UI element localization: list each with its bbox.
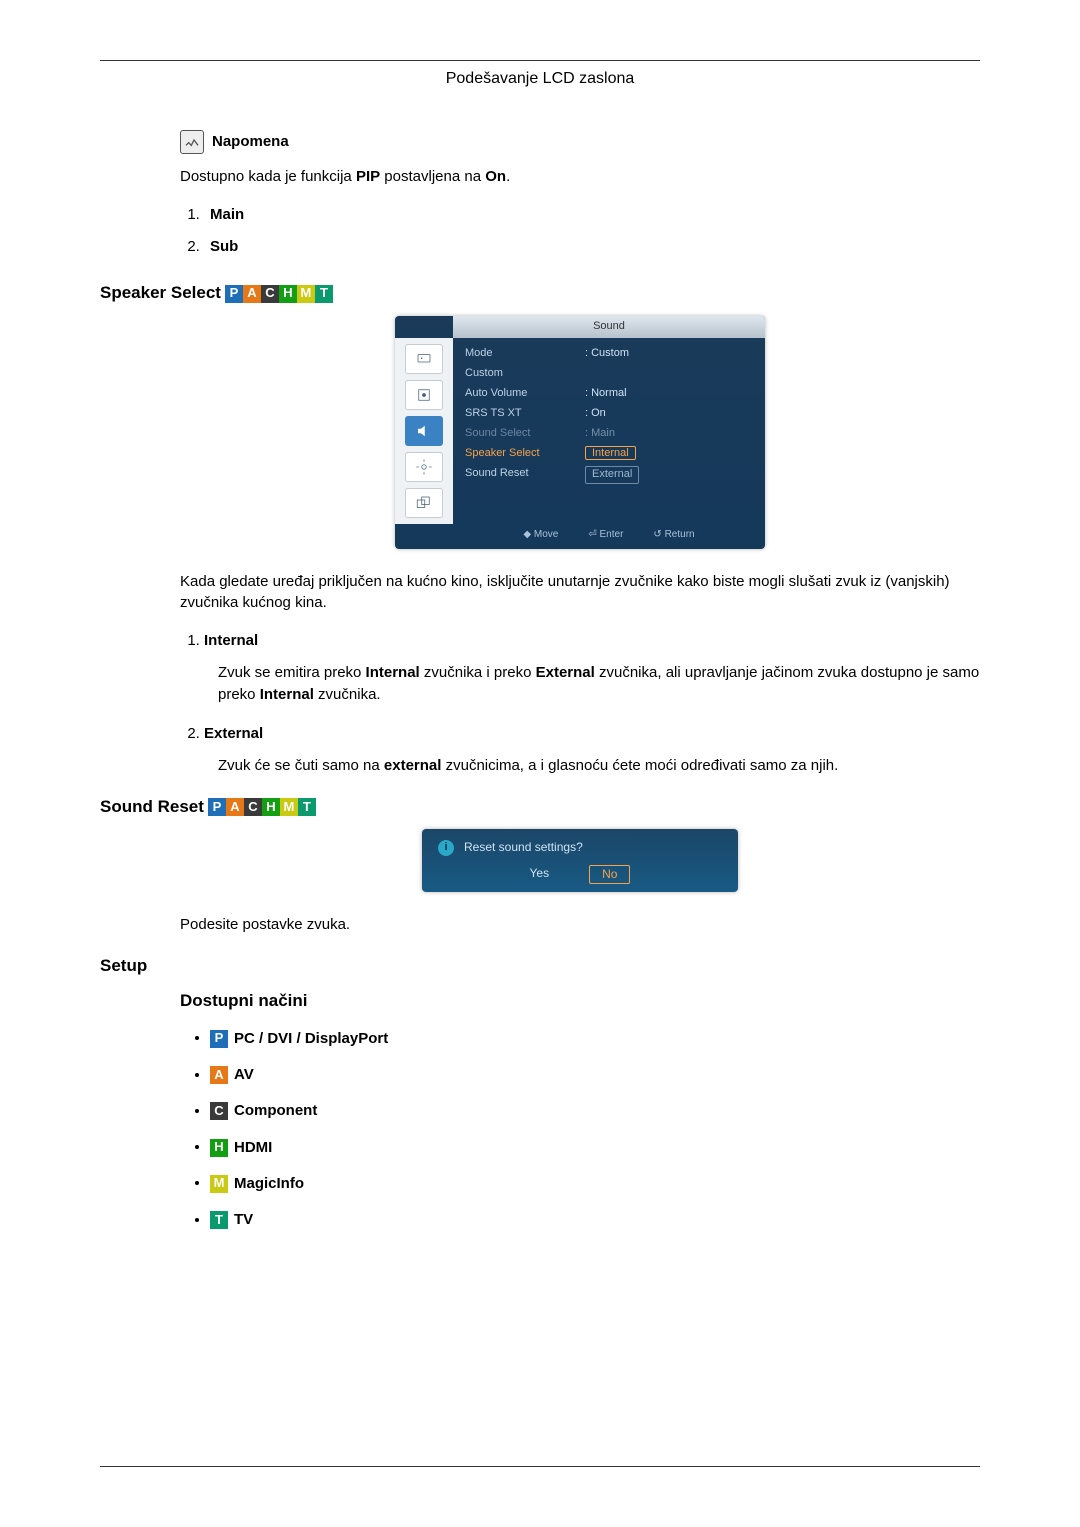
mode-box-a-icon: A [243, 285, 261, 303]
mode-h-label: HDMI [234, 1137, 272, 1159]
mode-h-icon: H [210, 1139, 228, 1157]
note-label: Napomena [212, 131, 289, 153]
setup-heading: Setup [100, 954, 147, 979]
mode-p-icon: P [210, 1030, 228, 1048]
reset-no-button[interactable]: No [589, 865, 630, 884]
mode-box-p-icon: P [208, 798, 226, 816]
mode-box-t-icon: T [298, 798, 316, 816]
mode-strip-speaker: P A C H M T [225, 285, 333, 303]
mode-box-c-icon: C [244, 798, 262, 816]
speaker-options: Internal Zvuk se emitira preko Internal … [180, 630, 980, 777]
note-mid: postavljena na [380, 168, 485, 185]
osd-auto-volume-value: : Normal [585, 386, 627, 402]
setup-subheading: Dostupni načini [180, 989, 980, 1014]
osd-sound-reset-label[interactable]: Sound Reset [465, 466, 585, 484]
osd-speaker-external[interactable]: External [585, 466, 639, 484]
reset-question: Reset sound settings? [464, 839, 583, 856]
mode-box-m-icon: M [280, 798, 298, 816]
mode-a-label: AV [234, 1064, 254, 1086]
osd-auto-volume-label: Auto Volume [465, 386, 585, 402]
reset-dialog: i Reset sound settings? Yes No [422, 829, 738, 892]
osd-tab-picture-icon[interactable] [405, 344, 443, 374]
osd-footer-return: ↺ Return [653, 528, 694, 543]
osd-srs-value: : On [585, 406, 606, 422]
osd-tab-sound-icon[interactable] [405, 416, 443, 446]
osd-custom-label: Custom [465, 366, 585, 382]
speaker-internal-title: Internal [204, 632, 258, 649]
note-icon [180, 130, 204, 154]
osd-mode-label: Mode [465, 346, 585, 362]
mode-box-c-icon: C [261, 285, 279, 303]
speaker-intro: Kada gledate uređaj priključen na kućno … [180, 571, 980, 615]
mode-box-p-icon: P [225, 285, 243, 303]
pip-main: Main [210, 206, 244, 223]
note-dot: . [506, 168, 510, 185]
mode-box-m-icon: M [297, 285, 315, 303]
mode-p-label: PC / DVI / DisplayPort [234, 1028, 388, 1050]
info-icon: i [438, 840, 454, 856]
osd-footer-move: ◆ Move [523, 528, 558, 543]
speaker-select-heading: Speaker Select [100, 281, 221, 306]
mode-t-icon: T [210, 1211, 228, 1229]
pip-sub: Sub [210, 238, 238, 255]
speaker-external-title: External [204, 725, 263, 742]
osd-footer-enter: ⏎ Enter [588, 528, 623, 543]
note-pre: Dostupno kada je funkcija [180, 168, 356, 185]
osd-sidebar [395, 338, 453, 524]
speaker-external-body: Zvuk će se čuti samo na external zvučnic… [218, 755, 980, 777]
sound-reset-heading: Sound Reset [100, 795, 204, 820]
osd-title: Sound [453, 316, 765, 338]
mode-box-h-icon: H [279, 285, 297, 303]
osd-tab-screen-icon[interactable] [405, 380, 443, 410]
osd-srs-label: SRS TS XT [465, 406, 585, 422]
osd-sound-select-value: : Main [585, 426, 615, 442]
osd-tab-setup-icon[interactable] [405, 452, 443, 482]
mode-a-icon: A [210, 1066, 228, 1084]
mode-box-a-icon: A [226, 798, 244, 816]
note-on: On [485, 168, 506, 185]
note-text: Dostupno kada je funkcija PIP postavljen… [180, 166, 980, 188]
sound-reset-body: Podesite postavke zvuka. [180, 914, 980, 936]
mode-box-h-icon: H [262, 798, 280, 816]
note-pip: PIP [356, 168, 380, 185]
osd-sound-menu: Sound Mode: Custom Custom Auto Volume: N… [395, 316, 765, 548]
mode-t-label: TV [234, 1209, 253, 1231]
mode-m-icon: M [210, 1175, 228, 1193]
reset-yes-button[interactable]: Yes [530, 865, 550, 884]
mode-c-icon: C [210, 1102, 228, 1120]
pip-list: Main Sub [180, 204, 980, 258]
osd-speaker-internal[interactable]: Internal [585, 446, 636, 460]
osd-mode-value: : Custom [585, 346, 629, 362]
available-modes-list: P PC / DVI / DisplayPort A AV C Componen… [180, 1027, 980, 1231]
page-header: Podešavanje LCD zaslona [100, 67, 980, 90]
osd-speaker-select-label[interactable]: Speaker Select [465, 446, 585, 462]
osd-sound-select-label: Sound Select [465, 426, 585, 442]
osd-tab-multi-icon[interactable] [405, 488, 443, 518]
mode-m-label: MagicInfo [234, 1173, 304, 1195]
mode-box-t-icon: T [315, 285, 333, 303]
speaker-internal-body: Zvuk se emitira preko Internal zvučnika … [218, 662, 980, 706]
mode-c-label: Component [234, 1100, 317, 1122]
mode-strip-reset: P A C H M T [208, 798, 316, 816]
